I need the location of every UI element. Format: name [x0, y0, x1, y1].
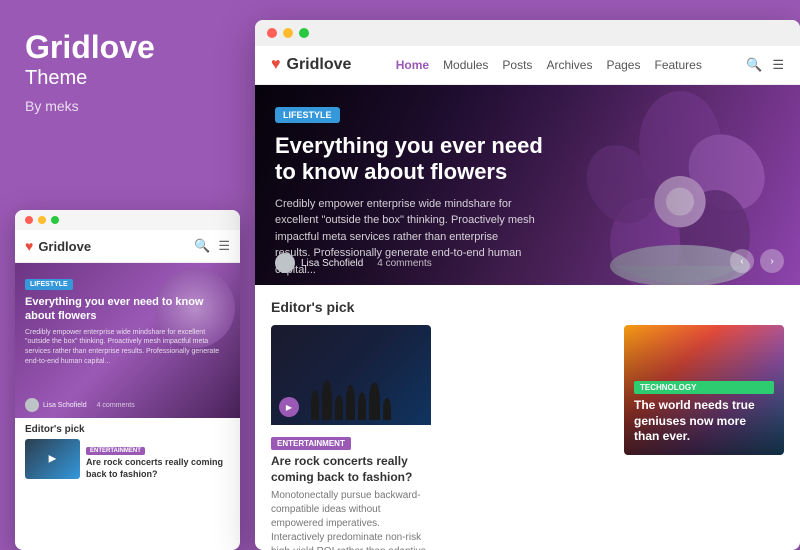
hero-footer: Lisa Schofield 4 comments	[275, 253, 432, 273]
mini-card-title: Are rock concerts really coming back to …	[86, 457, 230, 480]
mini-author-name: Lisa Schofield	[43, 402, 87, 409]
main-close-dot	[267, 28, 277, 38]
main-nav-logo: ♥ Gridlove	[271, 56, 351, 74]
brand-author: By meks	[25, 98, 220, 114]
mini-card-content: ENTERTAINMENT Are rock concerts really c…	[86, 439, 230, 480]
concert-card-image: ▶	[271, 325, 431, 425]
hero-comments: 4 comments	[377, 258, 431, 269]
main-nav: ♥ Gridlove Home Modules Posts Archives P…	[255, 46, 800, 85]
hero-arrows: ‹ ›	[730, 249, 784, 273]
mini-avatar	[25, 398, 39, 412]
brand-title: Gridlove	[25, 30, 220, 65]
hero-lifestyle-tag: LIFESTYLE	[275, 107, 340, 123]
nav-menu-icon[interactable]: ☰	[772, 57, 784, 73]
hero-author-name: Lisa Schofield	[301, 258, 363, 269]
mini-browser-mockup: ♥ Gridlove 🔍 ☰ LIFESTYLE Everything you …	[15, 210, 240, 550]
mini-header: ♥ Gridlove 🔍 ☰	[15, 230, 240, 263]
mini-logo: ♥ Gridlove	[25, 238, 91, 254]
mini-menu-icon[interactable]: ☰	[218, 238, 230, 254]
concert-card-desc: Monotonectally pursue backward-compatibl…	[271, 489, 431, 550]
brand-subtitle: Theme	[25, 67, 220, 90]
nav-icons: 🔍 ☰	[746, 57, 784, 73]
nav-home[interactable]: Home	[396, 58, 429, 72]
hero-prev-arrow[interactable]: ‹	[730, 249, 754, 273]
editors-grid: ▶ ENTERTAINMENT Are rock concerts really…	[271, 325, 784, 550]
editors-pick-title: Editor's pick	[271, 299, 784, 315]
main-nav-links: Home Modules Posts Archives Pages Featur…	[396, 58, 702, 72]
editor-card-einstein: TECHNOLOGY The world needs true geniuses…	[624, 325, 784, 455]
hero-section: LIFESTYLE Everything you ever need to kn…	[255, 85, 800, 285]
left-panel: Gridlove Theme By meks ♥ Gridlove 🔍 ☰ LI…	[0, 0, 245, 550]
hero-next-arrow[interactable]: ›	[760, 249, 784, 273]
concert-card-title: Are rock concerts really coming back to …	[271, 454, 431, 485]
technology-tag: TECHNOLOGY	[634, 381, 774, 394]
editor-center-col	[441, 325, 614, 550]
play-icon: ▶	[279, 397, 299, 417]
mini-header-icons: 🔍 ☰	[194, 238, 230, 254]
mini-browser-bar	[15, 210, 240, 230]
nav-heart-icon: ♥	[271, 56, 281, 74]
nav-search-icon[interactable]: 🔍	[746, 57, 762, 73]
concert-card-content: ENTERTAINMENT Are rock concerts really c…	[271, 425, 431, 550]
minimize-dot	[38, 216, 46, 224]
editor-card-concert: ▶ ENTERTAINMENT Are rock concerts really…	[271, 325, 431, 550]
mini-hero-footer: Lisa Schofield 4 comments	[25, 398, 230, 412]
fullscreen-dot	[51, 216, 59, 224]
mini-ent-tag: ENTERTAINMENT	[86, 447, 145, 455]
einstein-card-title: The world needs true geniuses now more t…	[634, 398, 774, 445]
entertainment-tag: ENTERTAINMENT	[271, 437, 351, 450]
main-browser-bar	[255, 20, 800, 46]
nav-posts[interactable]: Posts	[502, 58, 532, 72]
einstein-overlay-content: TECHNOLOGY The world needs true geniuses…	[624, 325, 784, 455]
nav-pages[interactable]: Pages	[606, 58, 640, 72]
mini-card-image	[25, 439, 80, 479]
mini-hero-text: Credibly empower enterprise wide mindsha…	[25, 328, 230, 367]
main-minimize-dot	[283, 28, 293, 38]
mini-search-icon[interactable]: 🔍	[194, 238, 210, 254]
mini-hero: LIFESTYLE Everything you ever need to kn…	[15, 263, 240, 418]
nav-archives[interactable]: Archives	[546, 58, 592, 72]
close-dot	[25, 216, 33, 224]
hero-author-avatar	[275, 253, 295, 273]
main-fullscreen-dot	[299, 28, 309, 38]
mini-comments: 4 comments	[97, 402, 135, 409]
main-browser: ♥ Gridlove Home Modules Posts Archives P…	[255, 20, 800, 550]
mini-hero-title: Everything you ever need to know about f…	[25, 295, 230, 324]
mini-card: ENTERTAINMENT Are rock concerts really c…	[15, 439, 240, 486]
concert-silhouettes	[271, 365, 431, 425]
mini-lifestyle-tag: LIFESTYLE	[25, 279, 73, 290]
editors-section: Editor's pick ▶ ENTE	[255, 285, 800, 550]
nav-modules[interactable]: Modules	[443, 58, 488, 72]
mini-section-title: Editor's pick	[15, 418, 240, 439]
hero-title: Everything you ever need to know about f…	[275, 133, 555, 186]
mini-heart-icon: ♥	[25, 238, 33, 254]
nav-features[interactable]: Features	[654, 58, 701, 72]
